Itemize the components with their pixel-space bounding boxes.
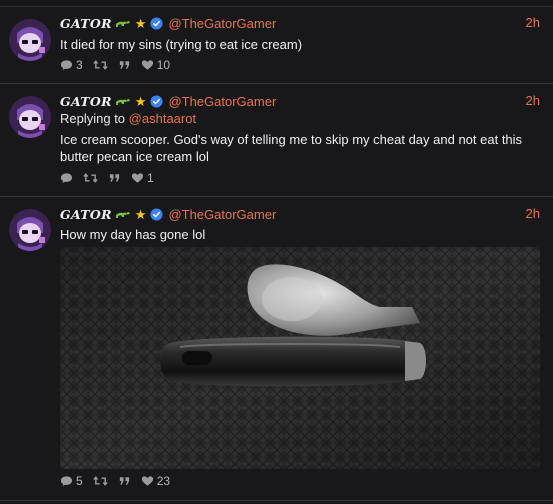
avatar[interactable] <box>9 96 51 138</box>
quote-button[interactable] <box>118 59 131 71</box>
gator-icon <box>115 209 131 219</box>
handle-link[interactable]: @TheGatorGamer <box>168 16 276 31</box>
verified-badge-icon <box>150 95 163 108</box>
timestamp[interactable]: 2h <box>526 93 540 108</box>
tweet-header: GATOR ★ @TheGatorGamer <box>60 15 276 31</box>
star-icon: ★ <box>134 206 147 222</box>
replying-to: Replying to @ashtaarot <box>60 111 196 126</box>
verified-badge-icon <box>150 17 163 30</box>
reply-count: 3 <box>76 58 83 72</box>
tweet-text: How my day has gone lol <box>60 227 206 242</box>
avatar[interactable] <box>9 19 51 61</box>
quote-icon <box>118 59 131 71</box>
mention-link[interactable]: @ashtaarot <box>129 111 196 126</box>
heart-icon <box>141 59 154 71</box>
gator-icon <box>115 18 131 28</box>
retweet-icon <box>83 172 98 184</box>
tweet-text: It died for my sins (trying to eat ice c… <box>60 37 303 52</box>
tweet-photo[interactable] <box>60 247 540 469</box>
tweet-feed: GATOR ★ @TheGatorGamer 2h It died for my… <box>0 0 553 504</box>
timestamp[interactable]: 2h <box>526 15 540 30</box>
retweet-icon <box>93 59 108 71</box>
tweet-actions: 1 <box>60 171 164 185</box>
reply-icon <box>60 172 73 184</box>
quote-button[interactable] <box>108 172 121 184</box>
gator-icon <box>115 96 131 106</box>
tweet-text: Ice cream scooper. God's way of telling … <box>60 132 523 164</box>
quote-icon <box>108 172 121 184</box>
like-count: 1 <box>147 171 154 185</box>
replying-to-label: Replying to <box>60 111 126 126</box>
reply-icon <box>60 475 73 487</box>
handle-link[interactable]: @TheGatorGamer <box>168 207 276 222</box>
star-icon: ★ <box>134 93 147 109</box>
retweet-icon <box>93 475 108 487</box>
heart-icon <box>131 172 144 184</box>
quote-icon <box>118 475 131 487</box>
verified-badge-icon <box>150 208 163 221</box>
tweet-header: GATOR ★ @TheGatorGamer <box>60 206 276 222</box>
heart-icon <box>141 475 154 487</box>
like-count: 10 <box>156 58 171 72</box>
reply-button[interactable]: 5 <box>60 474 83 488</box>
tweet-actions: 5 23 <box>60 474 180 488</box>
retweet-button[interactable] <box>93 59 108 71</box>
tweet-2[interactable]: GATOR ★ @TheGatorGamer 2h Replying to @a… <box>0 84 553 197</box>
reply-button[interactable] <box>60 172 73 184</box>
reply-count: 5 <box>76 474 83 488</box>
display-name[interactable]: GATOR <box>60 207 112 222</box>
like-button[interactable]: 10 <box>141 58 170 72</box>
star-icon: ★ <box>134 15 147 31</box>
tweet-header: GATOR ★ @TheGatorGamer <box>60 93 276 109</box>
handle-link[interactable]: @TheGatorGamer <box>168 94 276 109</box>
display-name[interactable]: GATOR <box>60 94 112 109</box>
quote-button[interactable] <box>118 475 131 487</box>
tweet-1[interactable]: GATOR ★ @TheGatorGamer 2h It died for my… <box>0 7 553 84</box>
timestamp[interactable]: 2h <box>526 206 540 221</box>
tweet-actions: 3 10 <box>60 58 180 72</box>
like-button[interactable]: 1 <box>131 171 154 185</box>
reply-button[interactable]: 3 <box>60 58 83 72</box>
avatar[interactable] <box>9 209 51 251</box>
retweet-button[interactable] <box>83 172 98 184</box>
display-name[interactable]: GATOR <box>60 16 112 31</box>
like-count: 23 <box>156 474 171 488</box>
like-button[interactable]: 23 <box>141 474 170 488</box>
retweet-button[interactable] <box>93 475 108 487</box>
reply-icon <box>60 59 73 71</box>
